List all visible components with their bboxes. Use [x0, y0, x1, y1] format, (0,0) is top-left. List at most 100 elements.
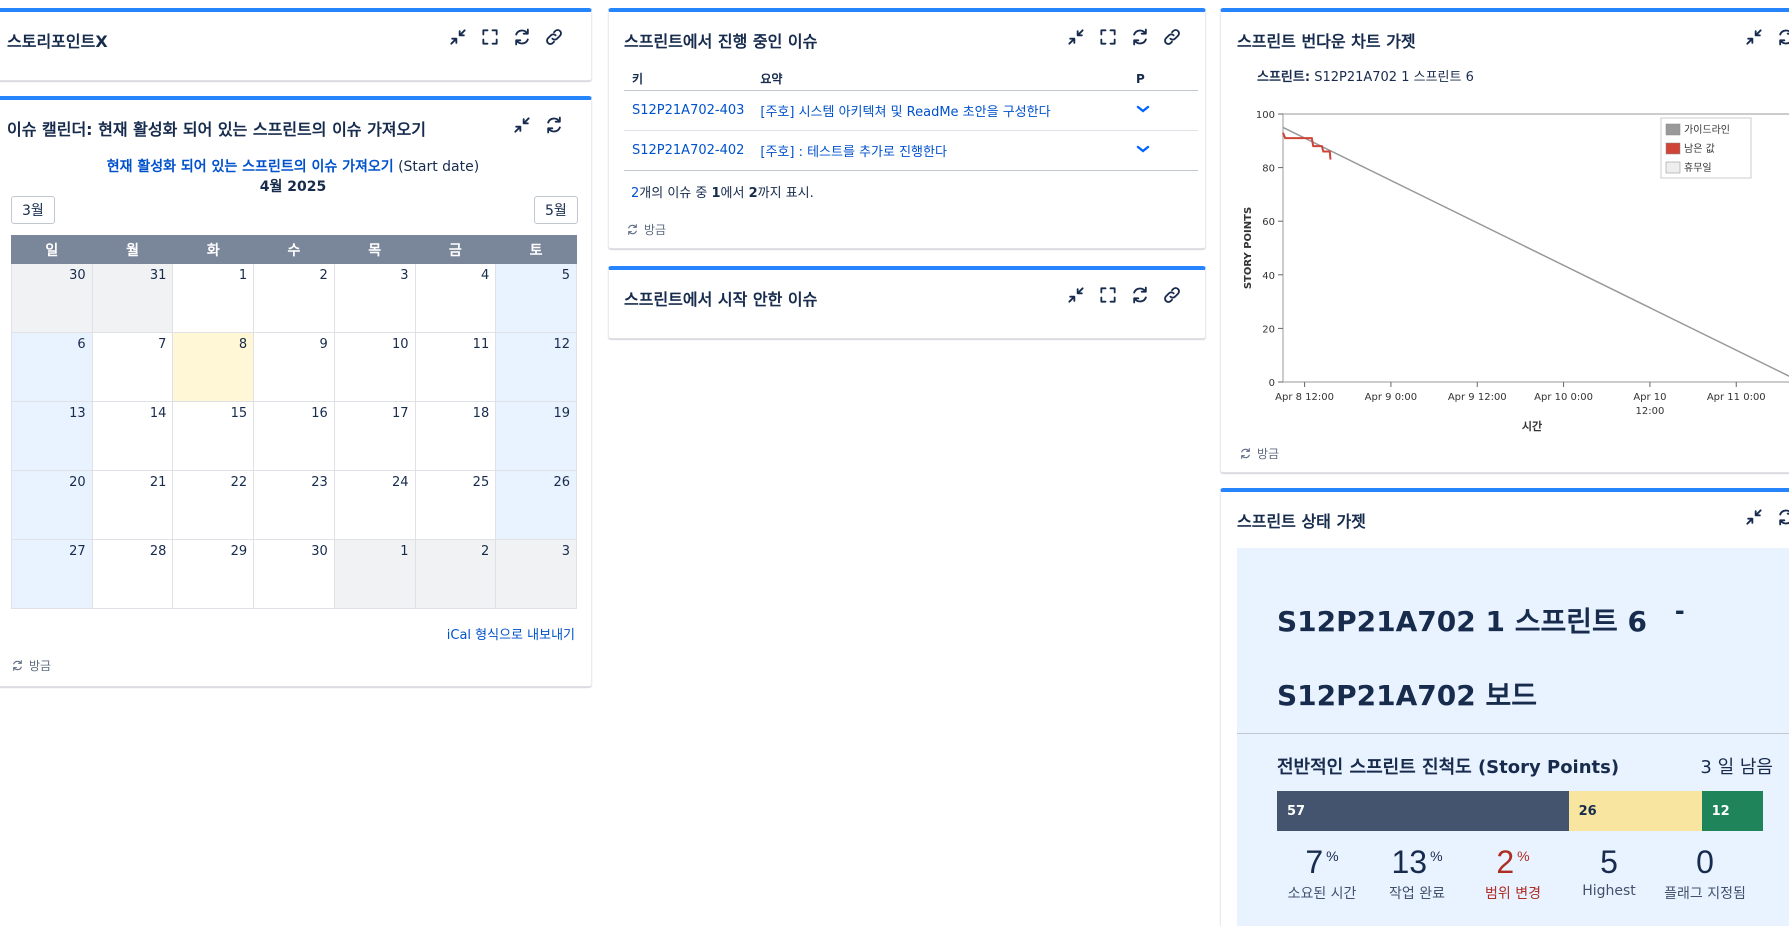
gadget-header: 스프린트에서 시작 안한 이슈 [609, 270, 1205, 320]
minimize-icon[interactable] [1743, 506, 1765, 528]
refresh-icon[interactable] [1129, 26, 1151, 48]
calendar-day-cell[interactable]: 21 [91, 470, 174, 540]
next-month-button[interactable]: 5월 [534, 196, 578, 224]
calendar-day-cell[interactable]: 9 [253, 332, 335, 402]
kpi-label: 플래그 지정됨 [1664, 886, 1746, 902]
minimize-icon[interactable] [511, 114, 533, 136]
calendar-day-cell[interactable]: 11 [414, 332, 497, 402]
y-tick-label: 100 [1256, 110, 1275, 121]
issue-key-link[interactable]: S12P21A702-402 [624, 130, 753, 171]
filter-link[interactable]: 현재 활성화 되어 있는 스프린트의 이슈 가져오기 [107, 159, 394, 175]
kpi-label: Highest [1582, 883, 1636, 899]
calendar-day-cell[interactable]: 30 [253, 539, 335, 609]
calendar-day-cell[interactable]: 13 [11, 401, 93, 471]
issue-key-link[interactable]: S12P21A702-403 [624, 90, 753, 131]
column-header-summary[interactable]: 요약 [752, 68, 1128, 91]
kpi-item: 0 플래그 지정됨 [1655, 844, 1755, 903]
calendar-day-cell[interactable]: 22 [172, 470, 255, 540]
calendar-day-cell[interactable]: 12 [495, 332, 577, 402]
refresh-status: 방금 [11, 657, 51, 674]
gadget-title: 스프린트 번다운 차트 가젯 [1237, 32, 1416, 51]
issue-count-text-part: 개의 이슈 중 [639, 186, 712, 201]
minimize-icon[interactable] [1065, 26, 1087, 48]
refresh-icon[interactable] [1129, 284, 1151, 306]
calendar-day-cell[interactable]: 2 [253, 263, 335, 333]
x-tick-label: Apr 11 0:00 [1707, 392, 1766, 403]
refresh-status: 방금 [626, 221, 666, 238]
y-tick-label: 60 [1262, 217, 1275, 228]
calendar-day-cell[interactable]: 20 [11, 470, 93, 540]
refresh-icon[interactable] [1775, 26, 1789, 48]
priority-low-icon [1136, 105, 1150, 113]
calendar-day-cell[interactable]: 1 [172, 263, 255, 333]
link-icon[interactable] [1161, 26, 1183, 48]
refresh-small-icon [628, 224, 637, 235]
link-icon[interactable] [1161, 284, 1183, 306]
calendar-day-cell[interactable]: 8 [172, 332, 255, 402]
link-icon[interactable] [543, 26, 565, 48]
weekday-header: 목 [333, 235, 416, 264]
calendar-day-cell[interactable]: 19 [495, 401, 577, 471]
gadget-controls [1065, 284, 1183, 306]
calendar-day-cell[interactable]: 23 [253, 470, 335, 540]
issue-count-from: 1 [711, 186, 721, 201]
calendar-day-cell[interactable]: 14 [91, 401, 174, 471]
issue-count-text-part: 까지 표시. [757, 186, 814, 201]
calendar-day-cell[interactable]: 25 [414, 470, 497, 540]
calendar-day-cell[interactable]: 10 [333, 332, 416, 402]
calendar-day-cell[interactable]: 5 [495, 263, 577, 333]
refresh-status: 방금 [1239, 445, 1279, 462]
issue-summary-link[interactable]: [주호] : 테스트를 추가로 진행한다 [752, 130, 1128, 171]
issue-summary-link[interactable]: [주호] 시스템 아키텍쳐 및 ReadMe 초안을 구성한다 [752, 90, 1128, 131]
calendar-day-cell[interactable]: 24 [333, 470, 416, 540]
calendar-day-cell[interactable]: 28 [91, 539, 174, 609]
prev-month-button[interactable]: 3월 [11, 196, 55, 224]
calendar-day-cell[interactable]: 3 [495, 539, 577, 609]
calendar-day-cell[interactable]: 16 [253, 401, 335, 471]
legend-swatch [1665, 123, 1681, 136]
calendar-day-cell[interactable]: 30 [11, 263, 93, 333]
column-header-priority[interactable]: P [1128, 68, 1198, 91]
gadget-header: 스프린트 번다운 차트 가젯 [1221, 12, 1789, 62]
calendar-day-cell[interactable]: 15 [172, 401, 255, 471]
x-tick-label: Apr 9 12:00 [1448, 392, 1507, 403]
calendar-day-cell[interactable]: 4 [414, 263, 497, 333]
kpi-item: 5 Highest [1559, 844, 1659, 899]
maximize-icon[interactable] [1097, 284, 1119, 306]
minimize-icon[interactable] [1065, 284, 1087, 306]
refresh-icon[interactable] [1775, 506, 1789, 528]
maximize-icon[interactable] [479, 26, 501, 48]
calendar-day-cell[interactable]: 1 [333, 539, 416, 609]
kpi-unit: % [1430, 848, 1443, 864]
progress-bar[interactable]: 57 26 12 [1277, 791, 1763, 831]
priority-low-icon [1136, 145, 1150, 153]
calendar-day-cell[interactable]: 17 [333, 401, 416, 471]
kpi-value: 5 [1559, 844, 1659, 881]
legend-label: 가이드라인 [1684, 124, 1730, 136]
refresh-icon[interactable] [543, 114, 565, 136]
calendar-day-cell[interactable]: 6 [11, 332, 93, 402]
x-tick-label: Apr 10 0:00 [1534, 392, 1593, 403]
calendar-day-cell[interactable]: 2 [414, 539, 497, 609]
calendar-week-row: 6 7 8 9 10 11 12 [11, 332, 577, 402]
refresh-icon[interactable] [511, 26, 533, 48]
minimize-icon[interactable] [447, 26, 469, 48]
kpi-number: 2 [1496, 844, 1515, 880]
minimize-icon[interactable] [1743, 26, 1765, 48]
calendar-day-cell[interactable]: 31 [91, 263, 174, 333]
calendar-day-cell[interactable]: 26 [495, 470, 577, 540]
issues-header-row: 키 요약 P [624, 68, 1198, 91]
calendar-day-cell[interactable]: 3 [333, 263, 416, 333]
weekday-header-row: 일월화수목금토 [11, 235, 577, 264]
burndown-chart-gadget: 스프린트 번다운 차트 가젯 스프린트: S12P21A702 1 스프린트 6… [1220, 8, 1789, 473]
maximize-icon[interactable] [1097, 26, 1119, 48]
calendar-day-cell[interactable]: 7 [91, 332, 174, 402]
ical-export-link[interactable]: iCal 형식으로 내보내기 [447, 624, 575, 643]
x-tick-label: Apr 8 12:00 [1275, 392, 1334, 403]
calendar-day-cell[interactable]: 27 [11, 539, 93, 609]
calendar-day-cell[interactable]: 29 [172, 539, 255, 609]
column-header-key[interactable]: 키 [624, 68, 753, 91]
kpi-unit: % [1326, 848, 1339, 864]
calendar-day-cell[interactable]: 18 [414, 401, 497, 471]
refresh-small-icon [1241, 448, 1250, 459]
